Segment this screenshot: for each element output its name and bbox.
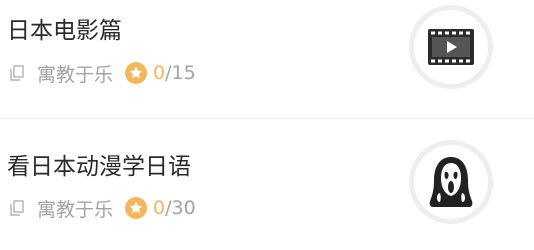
- course-title: 看日本动漫学日语: [7, 154, 191, 180]
- course-thumbnail: [409, 5, 493, 89]
- progress-count: 0: [153, 62, 166, 84]
- progress-total: /30: [165, 197, 196, 219]
- film-video-icon: [428, 29, 474, 65]
- course-source-label: 寓教于乐: [37, 198, 114, 221]
- course-card[interactable]: 日本电影篇 寓教于乐 0 /15: [0, 0, 534, 118]
- ghost-mask-icon: [429, 157, 473, 207]
- course-meta: 寓教于乐 0 /15: [10, 61, 196, 86]
- progress-total: /15: [165, 62, 196, 84]
- course-list: 日本电影篇 寓教于乐 0 /15 看日本动漫学日语 寓教于乐 0 /30: [0, 0, 534, 250]
- course-thumbnail: [409, 140, 493, 224]
- star-badge-icon: [125, 197, 148, 219]
- progress-count: 0: [153, 197, 166, 219]
- course-meta: 寓教于乐 0 /30: [10, 196, 196, 221]
- course-card[interactable]: 看日本动漫学日语 寓教于乐 0 /30: [0, 119, 534, 237]
- copy-icon: [10, 200, 24, 216]
- course-source-label: 寓教于乐: [37, 63, 114, 86]
- course-title: 日本电影篇: [7, 18, 122, 44]
- star-badge-icon: [125, 62, 148, 84]
- copy-icon: [10, 65, 24, 81]
